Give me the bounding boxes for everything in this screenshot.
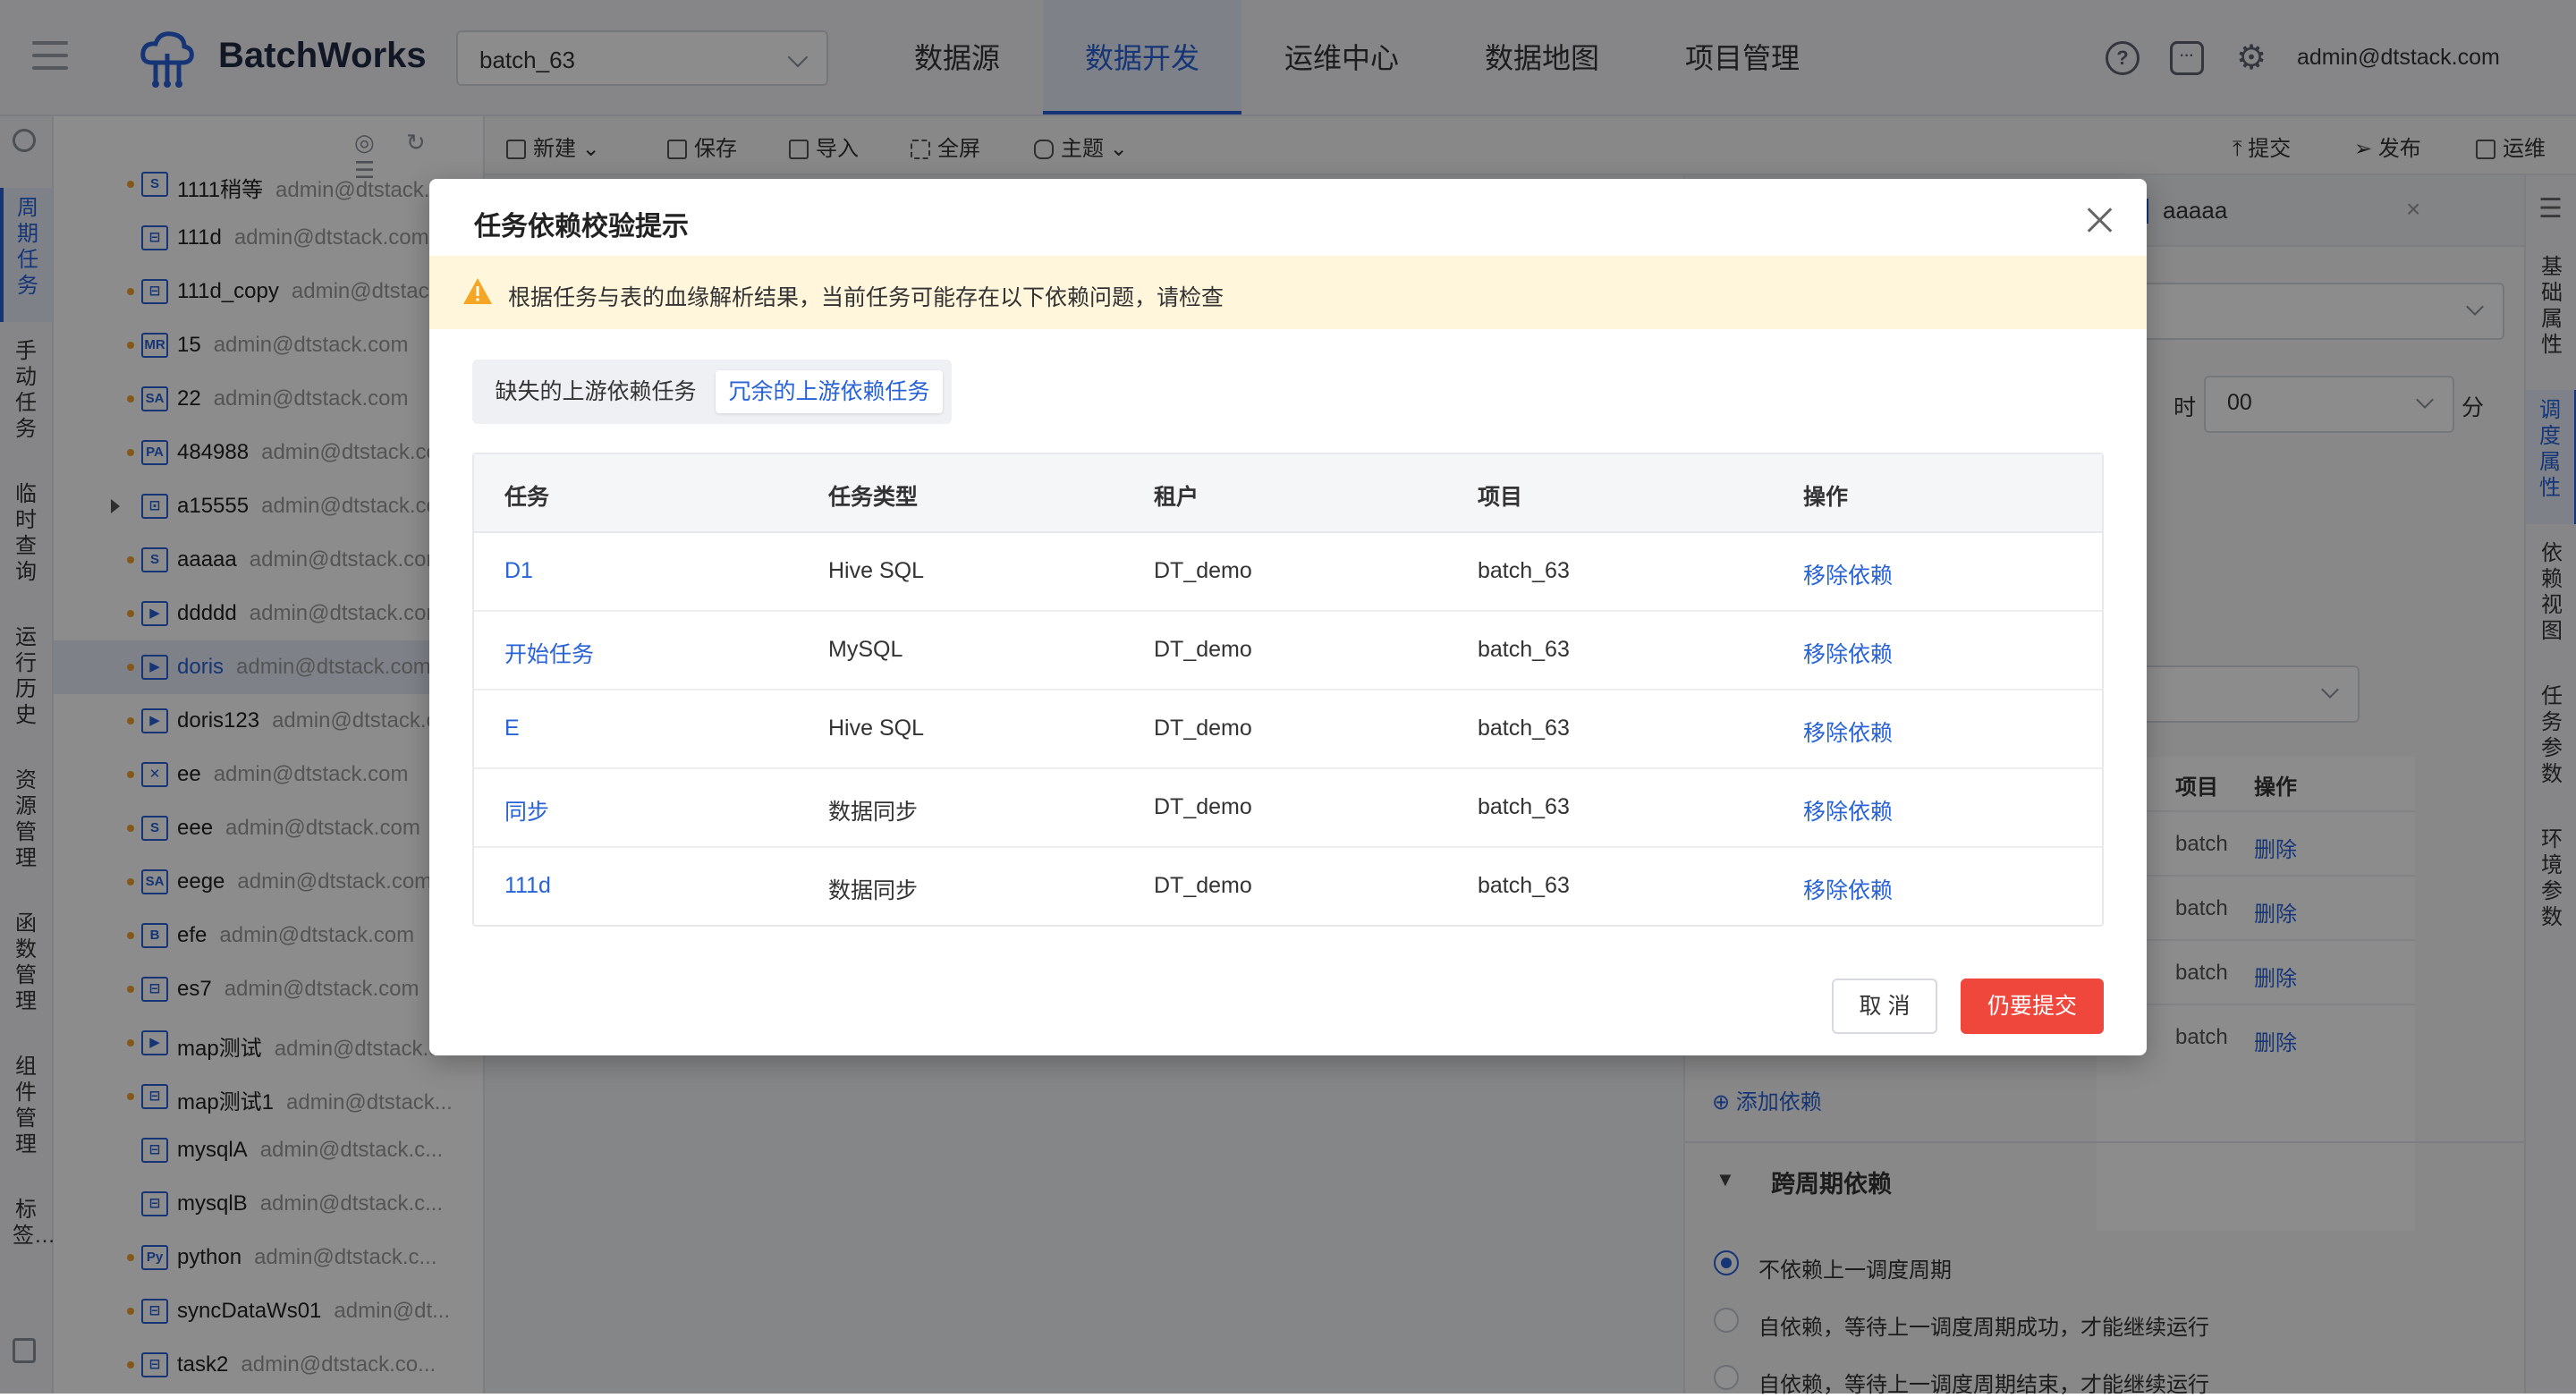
col-action: 操作 [1803,485,1849,510]
task-type-cell: 数据同步 [828,878,919,903]
cancel-button[interactable]: 取 消 [1832,979,1937,1034]
table-row: 同步 数据同步 DT_demo batch_63 移除依赖 [474,767,2102,848]
tab-redundant-upstream[interactable]: 冗余的上游依赖任务 [716,370,943,413]
remove-dependency-link[interactable]: 移除依赖 [1803,873,1893,905]
task-name-link[interactable]: 开始任务 [504,637,594,669]
project-cell: batch_63 [1478,558,1570,583]
dependency-check-modal: 任务依赖校验提示 根据任务与表的血缘解析结果，当前任务可能存在以下依赖问题，请检… [429,179,2147,1055]
remove-dependency-link[interactable]: 移除依赖 [1803,637,1893,669]
remove-dependency-link[interactable]: 移除依赖 [1803,716,1893,748]
table-row: 开始任务 MySQL DT_demo batch_63 移除依赖 [474,610,2102,691]
warning-icon [463,278,492,304]
tenant-cell: DT_demo [1154,716,1252,741]
task-type-cell: Hive SQL [828,716,924,741]
task-name-link[interactable]: D1 [504,558,533,584]
col-task-type: 任务类型 [828,485,919,510]
task-type-cell: MySQL [828,637,903,662]
segmented-tabs: 缺失的上游依赖任务 冗余的上游依赖任务 [472,360,952,424]
project-cell: batch_63 [1478,873,1570,898]
table-row: D1 Hive SQL DT_demo batch_63 移除依赖 [474,531,2102,612]
table-row: E Hive SQL DT_demo batch_63 移除依赖 [474,689,2102,769]
task-name-link[interactable]: 同步 [504,794,549,826]
task-type-cell: 数据同步 [828,800,919,825]
tenant-cell: DT_demo [1154,558,1252,583]
task-name-link[interactable]: E [504,716,520,741]
table-header: 任务 任务类型 租户 项目 操作 [474,454,2102,533]
project-cell: batch_63 [1478,637,1570,662]
warning-alert: 根据任务与表的血缘解析结果，当前任务可能存在以下依赖问题，请检查 [429,256,2147,329]
tenant-cell: DT_demo [1154,637,1252,662]
remove-dependency-link[interactable]: 移除依赖 [1803,558,1893,590]
col-task: 任务 [504,485,550,510]
submit-anyway-button[interactable]: 仍要提交 [1961,979,2104,1034]
tab-missing-upstream[interactable]: 缺失的上游依赖任务 [481,370,710,413]
project-cell: batch_63 [1478,794,1570,819]
tenant-cell: DT_demo [1154,873,1252,898]
col-project: 项目 [1478,485,1523,510]
close-icon[interactable] [2084,204,2116,236]
col-tenant: 租户 [1154,485,1199,510]
tenant-cell: DT_demo [1154,794,1252,819]
table-row: 111d 数据同步 DT_demo batch_63 移除依赖 [474,846,2102,925]
remove-dependency-link[interactable]: 移除依赖 [1803,794,1893,826]
warning-alert-text: 根据任务与表的血缘解析结果，当前任务可能存在以下依赖问题，请检查 [508,285,1224,310]
modal-title: 任务依赖校验提示 [474,212,689,241]
task-type-cell: Hive SQL [828,558,924,583]
task-name-link[interactable]: 111d [504,873,551,899]
project-cell: batch_63 [1478,716,1570,741]
redundant-dependency-table: 任务 任务类型 租户 项目 操作 D1 Hive SQL DT_demo batch_… [472,453,2104,927]
